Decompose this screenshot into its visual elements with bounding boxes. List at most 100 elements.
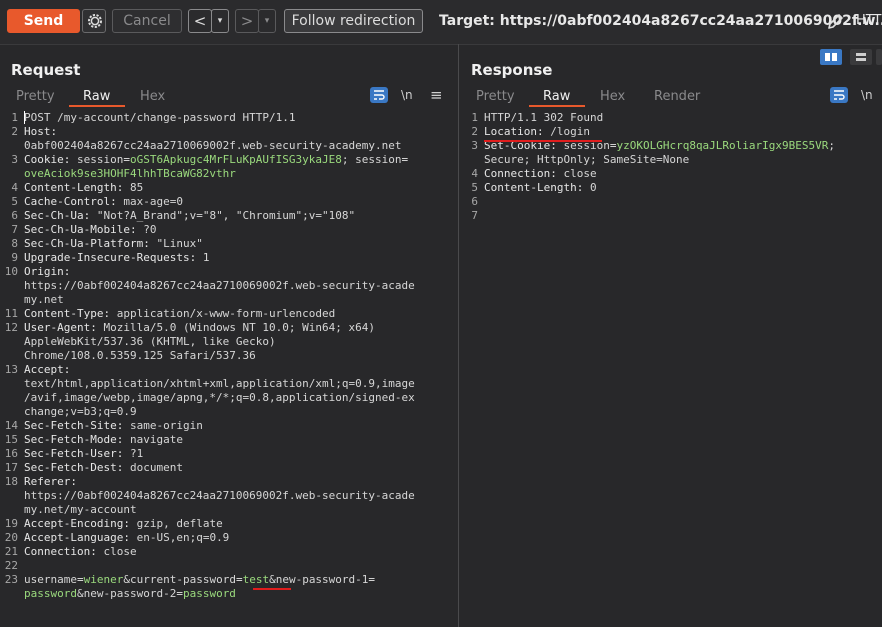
code-token: HTTP/1.1 302 Found [484,111,604,124]
code-line: 0abf002404a8267cc24aa2710069002f.web-sec… [0,139,456,153]
code-token: ; [341,153,356,166]
line-text: Sec-Ch-Ua-Mobile: ?0 [24,223,156,237]
code-token: session [355,153,402,166]
line-number: 19 [4,517,18,530]
settings-button[interactable] [82,9,106,33]
code-token: Sec-Ch-Ua-Mobile: [24,223,144,236]
back-history-dropdown[interactable]: ▾ [211,9,229,33]
line-text: Accept-Encoding: gzip, deflate [24,517,223,531]
pretty-print-toggle[interactable] [370,87,388,103]
code-token: wiener [83,573,124,586]
tab-response-render[interactable]: Render [654,89,700,104]
code-token: = [368,573,376,586]
code-line: 1 POST /my-account/change-password HTTP/1… [0,111,456,125]
line-number: 4 [471,167,478,180]
line-text: AppleWebKit/537.36 (KHTML, like Gecko) [24,335,276,349]
tab-response-pretty[interactable]: Pretty [476,89,515,104]
send-button[interactable]: Send [7,9,80,33]
active-tab-indicator [529,105,585,107]
code-line: 4 Content-Length: 85 [0,181,456,195]
code-token: navigate [129,433,183,446]
code-token: User-Agent: [24,321,104,334]
line-number: 5 [471,181,478,194]
code-line: 3 Cookie: session=oGST6Apkugc4MrFLuKpAUfI… [0,153,456,167]
line-number: 7 [471,209,478,222]
code-token: Upgrade-Insecure-Requests: [24,251,203,264]
code-token: 0 [589,181,597,194]
line-number: 16 [4,447,18,460]
code-token: 0abf002404a8267cc24aa2710069002f.web-sec… [24,139,402,152]
code-token: Mozilla/5.0 (Windows NT 10.0; Win64; x64… [103,321,376,334]
code-line: 16 Sec-Fetch-User: ?1 [0,447,456,461]
line-text: Accept-Language: en-US,en;q=0.9 [24,531,229,545]
tab-response-raw[interactable]: Raw [543,89,570,104]
tab-request-raw[interactable]: Raw [83,89,110,104]
line-text: HTTP/1.1 302 Found [484,111,603,125]
code-line: 6 Sec-Ch-Ua: "Not?A_Brand";v="8", "Chromi… [0,209,456,223]
line-number: 10 [4,265,18,278]
edit-target-button[interactable] [826,11,846,35]
code-token: Content-Length: [484,181,590,194]
http-version-label[interactable]: HTTP/1 [856,13,882,28]
code-token: my.net/my-account [24,503,137,516]
code-token: "Not?A_Brand";v="8", "Chromium";v="108" [96,209,356,222]
line-text: my.net/my-account [24,503,137,517]
tab-request-pretty[interactable]: Pretty [16,89,55,104]
forward-history-dropdown[interactable]: ▾ [258,9,276,33]
code-token: Accept-Language: [24,531,137,544]
code-token: session [76,153,124,166]
rows-icon [856,53,866,61]
code-token: Location: [484,125,551,138]
tab-request-hex[interactable]: Hex [140,89,165,104]
code-line: 5 Content-Length: 0 [460,181,882,195]
layout-side-by-side-button[interactable] [820,49,842,65]
pane-divider[interactable] [458,44,459,627]
response-editor[interactable]: 1 HTTP/1.1 302 Found 2 Location: /login 3 Set… [460,111,882,223]
line-text: Connection: close [24,545,137,559]
layout-single-button[interactable] [876,49,882,65]
forward-button[interactable]: > [235,9,259,33]
line-text: Cookie: session=oGST6Apkugc4MrFLuKpAUfIS… [24,153,408,167]
code-token: Cookie: [24,153,77,166]
code-token: Referer: [24,475,77,488]
line-text: username=wiener&current-password=test&ne… [24,573,375,587]
line-text: Sec-Fetch-Dest: document [24,461,183,475]
code-line: 21 Connection: close [0,545,456,559]
cancel-button[interactable]: Cancel [112,9,182,33]
line-number: 13 [4,363,18,376]
line-text: 0abf002404a8267cc24aa2710069002f.web-sec… [24,139,402,153]
follow-redirection-button[interactable]: Follow redirection [284,9,423,33]
show-newlines-toggle[interactable]: \n [861,88,873,102]
line-number: 7 [11,223,18,236]
code-line: my.net [0,293,456,307]
request-editor[interactable]: 1 POST /my-account/change-password HTTP/1… [0,111,456,601]
request-menu-button[interactable]: ≡ [430,86,443,104]
line-number: 6 [11,209,18,222]
code-line: 23 username=wiener&current-password=test&… [0,573,456,587]
code-token: Connection: [484,167,564,180]
code-line: /avif,image/webp,image/apng,*/*;q=0.8,ap… [0,391,456,405]
line-text: Content-Length: 85 [24,181,143,195]
code-token: &new-password-2 [76,587,177,600]
line-number: 23 [4,573,18,586]
code-token: Sec-Fetch-Dest: [24,461,130,474]
tab-response-hex[interactable]: Hex [600,89,625,104]
code-line: oveAciok9se3HOHF4lhhTBcaWG82vthr [0,167,456,181]
layout-stacked-button[interactable] [850,49,872,65]
line-text: Content-Type: application/x-www-form-url… [24,307,335,321]
pretty-print-toggle[interactable] [830,87,848,103]
code-token: = [76,573,84,586]
code-token: gzip, deflate [136,517,223,530]
line-text: Sec-Ch-Ua-Platform: "Linux" [24,237,203,251]
show-newlines-toggle[interactable]: \n [401,88,413,102]
line-number: 6 [471,195,478,208]
code-token: Accept-Encoding: [24,517,137,530]
back-button[interactable]: < [188,9,212,33]
code-token: text/html,application/xhtml+xml,applicat… [24,377,415,390]
code-token: Content-Type: [24,307,117,320]
code-token: ?1 [129,447,144,460]
line-number: 18 [4,475,18,488]
code-line: 6 [460,195,882,209]
line-text: oveAciok9se3HOHF4lhhTBcaWG82vthr [24,167,236,181]
annotation-underline-password [253,588,291,590]
